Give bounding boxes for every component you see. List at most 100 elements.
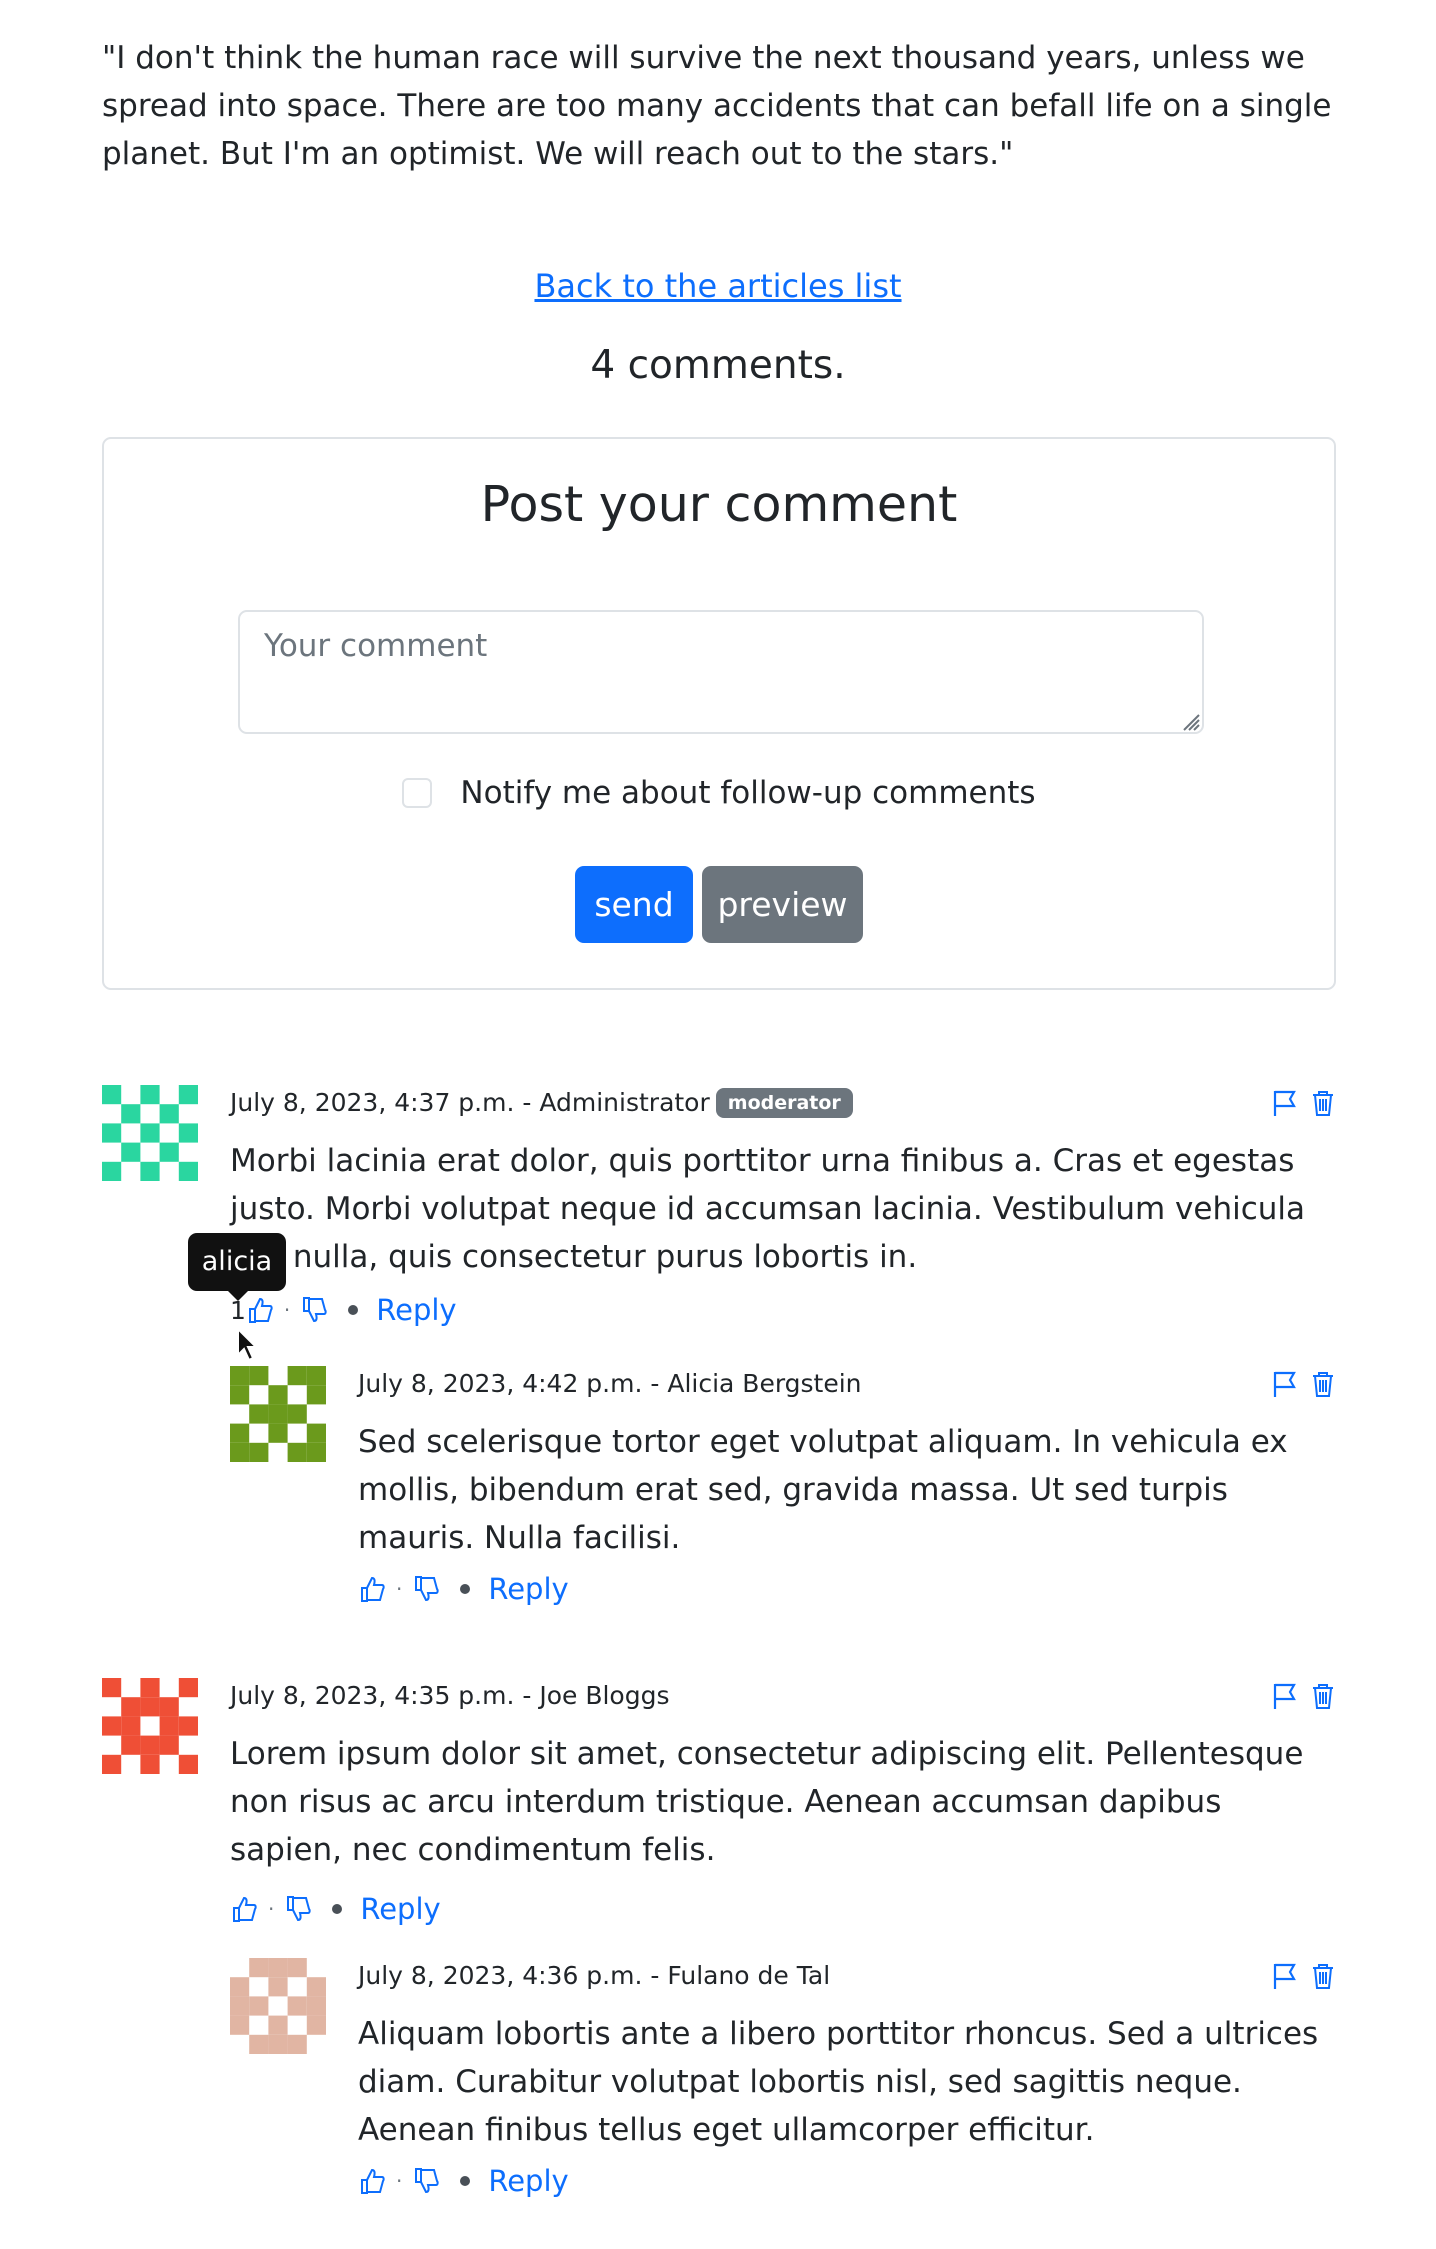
reply-link[interactable]: Reply (488, 1572, 568, 1606)
separator: · (268, 1897, 275, 1921)
comment-meta: July 8, 2023, 4:37 p.m. - Administrator m… (230, 1085, 853, 1121)
avatar-cell (102, 1085, 122, 1105)
avatar-cell (230, 1366, 250, 1386)
avatar-cell (102, 1754, 122, 1774)
form-buttons: send preview (104, 866, 1334, 943)
thumbs-up-icon[interactable] (230, 1894, 258, 1924)
preview-button[interactable]: preview (702, 866, 863, 943)
vote-row: · Reply (358, 1569, 569, 1609)
avatar-cell (287, 2034, 307, 2054)
avatar-cell (268, 1958, 288, 1978)
avatar-cell (140, 1123, 160, 1143)
avatar-cell (249, 1958, 269, 1978)
avatar-cell (306, 1977, 326, 1997)
thumbs-down-icon[interactable] (284, 1894, 312, 1924)
avatar-cell (178, 1123, 198, 1143)
flag-icon[interactable] (1272, 1682, 1298, 1710)
back-to-articles-link[interactable]: Back to the articles list (534, 267, 901, 305)
avatar (230, 1366, 326, 1462)
avatar-cell (121, 1735, 141, 1755)
avatar-cell (249, 1442, 269, 1462)
avatar-cell (306, 1442, 326, 1462)
avatar (102, 1678, 198, 1774)
avatar (230, 1958, 326, 2054)
avatar-cell (230, 1423, 250, 1443)
thumbs-up-icon[interactable] (358, 1574, 386, 1604)
avatar-cell (178, 1161, 198, 1181)
avatar-cell (159, 1735, 179, 1755)
avatar-cell (268, 1423, 288, 1443)
avatar-cell (121, 1697, 141, 1717)
moderator-badge: moderator (715, 1088, 853, 1118)
avatar-cell (140, 1085, 160, 1105)
avatar-cell (249, 1404, 269, 1424)
avatar-cell (287, 1366, 307, 1386)
avatar-cell (159, 1142, 179, 1162)
reply-link[interactable]: Reply (360, 1892, 440, 1926)
separator-dot (348, 1305, 359, 1315)
avatar-cell (268, 1977, 288, 1997)
comment: July 8, 2023, 4:42 p.m. - Alicia Bergste… (230, 1366, 1336, 1606)
avatar (102, 1085, 198, 1181)
thumbs-down-icon[interactable] (300, 1295, 328, 1325)
thumbs-down-icon[interactable] (412, 1574, 440, 1604)
article-quote: "I don't think the human race will survi… (102, 40, 1332, 172)
avatar-cell (306, 1996, 326, 2016)
avatar-cell (159, 1716, 179, 1736)
comment-meta: July 8, 2023, 4:42 p.m. - Alicia Bergste… (358, 1366, 862, 1402)
notify-label: Notify me about follow-up comments (460, 775, 1036, 811)
avatar-cell (121, 1142, 141, 1162)
separator-dot (460, 1584, 471, 1594)
trash-icon[interactable] (1310, 1962, 1336, 1990)
avatar-cell (159, 1104, 179, 1124)
trash-icon[interactable] (1310, 1682, 1336, 1710)
avatar-cell (140, 1678, 160, 1698)
comment-text: Morbi lacinia erat dolor, quis porttitor… (230, 1143, 1306, 1275)
comment-text: Aliquam lobortis ante a libero porttitor… (358, 2016, 1319, 2148)
reply-link[interactable]: Reply (376, 1293, 456, 1327)
separator-dot (460, 2176, 471, 2186)
avatar-cell (159, 1697, 179, 1717)
avatar-cell (178, 1754, 198, 1774)
avatar-cell (230, 1442, 250, 1462)
avatar-cell (287, 1996, 307, 2016)
comment-meta-text: July 8, 2023, 4:37 p.m. - Administrator (230, 1088, 710, 1117)
avatar-cell (249, 2034, 269, 2054)
thumbs-down-icon[interactable] (412, 2166, 440, 2196)
thumbs-up-icon[interactable] (246, 1295, 274, 1325)
comment-meta-text: July 8, 2023, 4:35 p.m. - Joe Bloggs (230, 1681, 670, 1710)
comments-count: 4 comments. (590, 343, 846, 388)
trash-icon[interactable] (1310, 1370, 1336, 1398)
avatar-cell (268, 2015, 288, 2035)
avatar-cell (249, 1996, 269, 2016)
avatar-cell (306, 1385, 326, 1405)
comment-meta: July 8, 2023, 4:35 p.m. - Joe Bloggs (230, 1678, 670, 1714)
send-button[interactable]: send (575, 866, 693, 943)
comment-actions (1272, 1370, 1336, 1400)
resize-grip-icon[interactable] (1178, 709, 1200, 731)
avatar-cell (140, 1754, 160, 1774)
flag-icon[interactable] (1272, 1089, 1298, 1117)
avatar-cell (178, 1085, 198, 1105)
separator: · (396, 1577, 403, 1601)
comment-meta-text: July 8, 2023, 4:42 p.m. - Alicia Bergste… (358, 1369, 862, 1398)
comment-meta: July 8, 2023, 4:36 p.m. - Fulano de Tal (358, 1958, 830, 1994)
notify-checkbox[interactable] (402, 778, 433, 808)
avatar-cell (178, 1678, 198, 1698)
flag-icon[interactable] (1272, 1370, 1298, 1398)
back-link-container: Back to the articles list (0, 262, 1436, 310)
avatar-cell (121, 1716, 141, 1736)
avatar-cell (102, 1678, 122, 1698)
reply-link[interactable]: Reply (488, 2164, 568, 2198)
separator: · (396, 2169, 403, 2193)
vote-row: 1 · Reply (230, 1290, 457, 1330)
flag-icon[interactable] (1272, 1962, 1298, 1990)
comment-textarea[interactable] (238, 610, 1204, 734)
thumbs-up-icon[interactable] (358, 2166, 386, 2196)
vote-row: · Reply (358, 2161, 569, 2201)
trash-icon[interactable] (1310, 1089, 1336, 1117)
comment: July 8, 2023, 4:36 p.m. - Fulano de Tal … (230, 1958, 1336, 2198)
like-tooltip: alicia (188, 1233, 286, 1301)
avatar-cell (306, 2015, 326, 2035)
avatar-cell (249, 1366, 269, 1386)
